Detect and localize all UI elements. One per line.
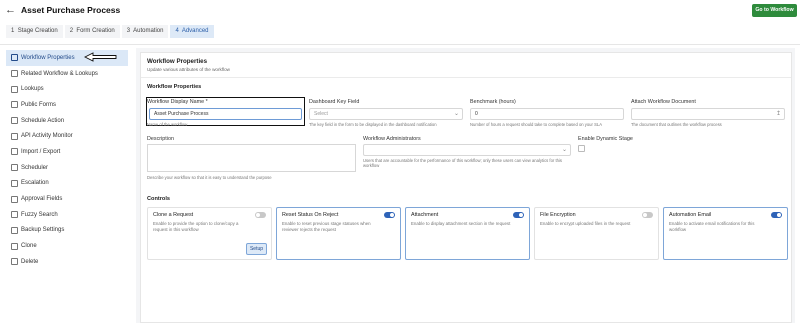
sidebar-item-delete[interactable]: Delete xyxy=(6,254,128,270)
check-icon xyxy=(11,195,18,203)
control-title: Reset Status On Reject xyxy=(282,212,339,218)
tab-advanced[interactable]: 4 Advanced xyxy=(170,25,214,38)
control-description: Enable to activate email notifications f… xyxy=(669,221,755,232)
attachment-toggle[interactable] xyxy=(513,212,524,218)
tab-form-creation[interactable]: 2 Form Creation xyxy=(64,25,120,38)
properties-heading: Workflow Properties xyxy=(147,84,202,90)
top-bar: ← Asset Purchase Process Go to Workflow xyxy=(0,0,800,22)
control-title: Attachment xyxy=(411,212,439,218)
sidebar-item-clone[interactable]: Clone xyxy=(6,238,128,254)
description-hint: Describe your workflow so that it is eas… xyxy=(147,175,272,180)
description-label: Description xyxy=(147,136,174,142)
backup-icon xyxy=(11,226,18,234)
attach-doc-label: Attach Workflow Document xyxy=(631,99,696,105)
stage-tabs: 1 Stage Creation 2 Form Creation 3 Autom… xyxy=(6,25,214,38)
display-name-hint: Name of the workflow xyxy=(147,122,188,127)
sidebar-item-escalation[interactable]: Escalation xyxy=(6,176,128,192)
dashboard-key-select[interactable]: Select ⌄ xyxy=(309,108,463,120)
main-panel: Workflow Properties Update various attri… xyxy=(136,48,795,323)
list-icon xyxy=(11,85,18,93)
clone-request-toggle[interactable] xyxy=(255,212,266,218)
benchmark-label: Benchmark (hours) xyxy=(470,99,516,105)
arrow-left-icon[interactable]: ← xyxy=(5,4,16,16)
administrators-label: Workflow Administrators xyxy=(363,136,421,142)
administrators-hint: Users that are accountable for the perfo… xyxy=(363,158,562,169)
administrators-select[interactable]: ⌄ xyxy=(363,144,571,156)
file-encryption-toggle[interactable] xyxy=(642,212,653,218)
benchmark-hint: Number of hours a request should take to… xyxy=(470,122,602,127)
controls-heading: Controls xyxy=(147,196,170,202)
trash-icon xyxy=(11,258,18,266)
annotation-arrow-icon xyxy=(84,52,117,62)
benchmark-input[interactable]: 0 xyxy=(470,108,624,120)
sidebar-item-fuzzy-search[interactable]: Fuzzy Search xyxy=(6,207,128,223)
dynamic-stage-checkbox[interactable] xyxy=(578,145,585,152)
link-icon xyxy=(11,70,18,78)
clone-icon xyxy=(11,242,18,250)
header-divider xyxy=(0,44,800,45)
dashboard-key-label: Dashboard Key Field xyxy=(309,99,360,105)
sidebar-item-lookups[interactable]: Lookups xyxy=(6,81,128,97)
form-icon xyxy=(11,101,18,109)
description-textarea[interactable] xyxy=(147,144,356,172)
control-title: File Encryption xyxy=(540,212,576,218)
go-to-workflow-button[interactable]: Go to Workflow xyxy=(752,4,797,17)
monitor-icon xyxy=(11,132,18,140)
tab-automation[interactable]: 3 Automation xyxy=(121,25,169,38)
chevron-down-icon: ⌄ xyxy=(453,111,459,117)
control-description: Enable to encrypt uploaded files in the … xyxy=(540,221,631,226)
reset-status-toggle[interactable] xyxy=(384,212,395,218)
dashboard-key-hint: The key field in the form to be displaye… xyxy=(309,122,437,127)
control-description: Enable to reset previous stage statuses … xyxy=(282,221,371,232)
sidebar-item-approval-fields[interactable]: Approval Fields xyxy=(6,191,128,207)
sidebar-item-backup-settings[interactable]: Backup Settings xyxy=(6,223,128,239)
display-name-label: Workflow Display Name * xyxy=(147,99,208,105)
sidebar-item-public-forms[interactable]: Public Forms xyxy=(6,97,128,113)
section-title: Workflow Properties xyxy=(147,58,208,65)
automation-email-toggle[interactable] xyxy=(771,212,782,218)
properties-card: Workflow Properties Update various attri… xyxy=(140,52,792,323)
calendar-icon xyxy=(11,117,18,125)
page-title: Asset Purchase Process xyxy=(21,5,121,15)
setup-button[interactable]: Setup xyxy=(246,243,267,255)
control-clone-request: Clone a Request Enable to provide the op… xyxy=(147,207,272,260)
display-name-input[interactable]: Asset Purchase Process xyxy=(149,108,302,120)
escalation-icon xyxy=(11,179,18,187)
chevron-down-icon: ⌄ xyxy=(561,147,567,153)
sidebar-item-schedule-action[interactable]: Schedule Action xyxy=(6,113,128,129)
sidebar-item-api-activity-monitor[interactable]: API Activity Monitor xyxy=(6,128,128,144)
control-title: Clone a Request xyxy=(153,212,194,218)
control-title: Automation Email xyxy=(669,212,712,218)
control-reset-status: Reset Status On Reject Enable to reset p… xyxy=(276,207,401,260)
import-export-icon xyxy=(11,148,18,156)
control-automation-email: Automation Email Enable to activate emai… xyxy=(663,207,788,260)
tab-stage-creation[interactable]: 1 Stage Creation xyxy=(6,25,63,38)
upload-icon[interactable]: ↥ xyxy=(776,109,781,119)
control-description: Enable to provide the option to clone/co… xyxy=(153,221,239,232)
attach-doc-input[interactable]: ↥ xyxy=(631,108,785,120)
sidebar-item-related-workflow[interactable]: Related Workflow & Lookups xyxy=(6,66,128,82)
sidebar: Workflow Properties Related Workflow & L… xyxy=(6,50,128,270)
sidebar-item-import-export[interactable]: Import / Export xyxy=(6,144,128,160)
section-divider xyxy=(141,77,791,78)
section-subtitle: Update various attributes of the workflo… xyxy=(147,67,230,72)
edit-icon xyxy=(11,54,18,62)
dynamic-stage-label: Enable Dynamic Stage xyxy=(578,136,633,142)
search-icon xyxy=(11,211,18,219)
clock-icon xyxy=(11,164,18,172)
attach-doc-hint: The document that outlines the workflow … xyxy=(631,122,722,127)
control-file-encryption: File Encryption Enable to encrypt upload… xyxy=(534,207,659,260)
control-description: Enable to display attachment section in … xyxy=(411,221,511,226)
control-attachment: Attachment Enable to display attachment … xyxy=(405,207,530,260)
sidebar-item-scheduler[interactable]: Scheduler xyxy=(6,160,128,176)
